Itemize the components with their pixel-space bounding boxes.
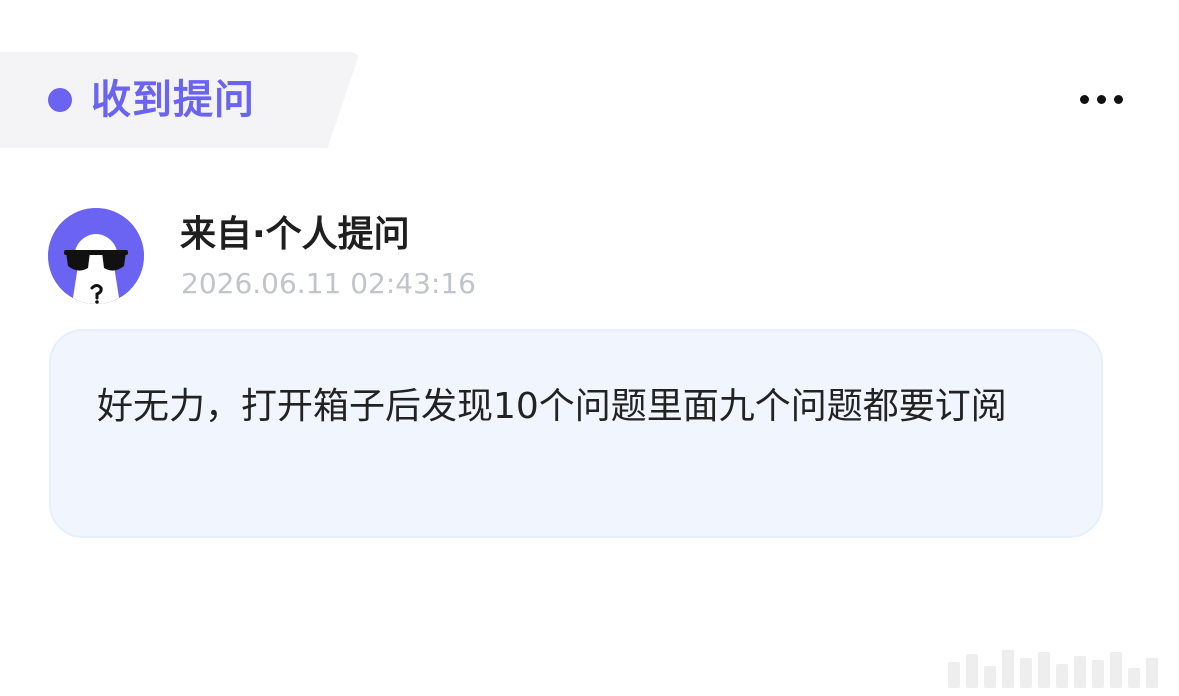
anonymous-avatar-icon <box>48 208 144 304</box>
more-dot-1 <box>1079 94 1089 104</box>
more-dot-2 <box>1096 94 1106 104</box>
question-timestamp: 2026.06.11 02:43:16 <box>181 267 476 300</box>
question-text: 好无力，打开箱子后发现10个问题里面九个问题都要订阅 <box>97 386 1007 427</box>
header-dot-icon <box>48 88 72 112</box>
more-dot-3 <box>1113 94 1123 104</box>
avatar[interactable] <box>48 208 144 304</box>
page-title: 收到提问 <box>91 77 255 123</box>
image-watermark <box>948 648 1160 688</box>
more-options-button[interactable] <box>1076 84 1126 114</box>
question-card[interactable]: 好无力，打开箱子后发现10个问题里面九个问题都要订阅 <box>49 329 1103 538</box>
asker-name: 来自·个人提问 <box>180 214 410 255</box>
